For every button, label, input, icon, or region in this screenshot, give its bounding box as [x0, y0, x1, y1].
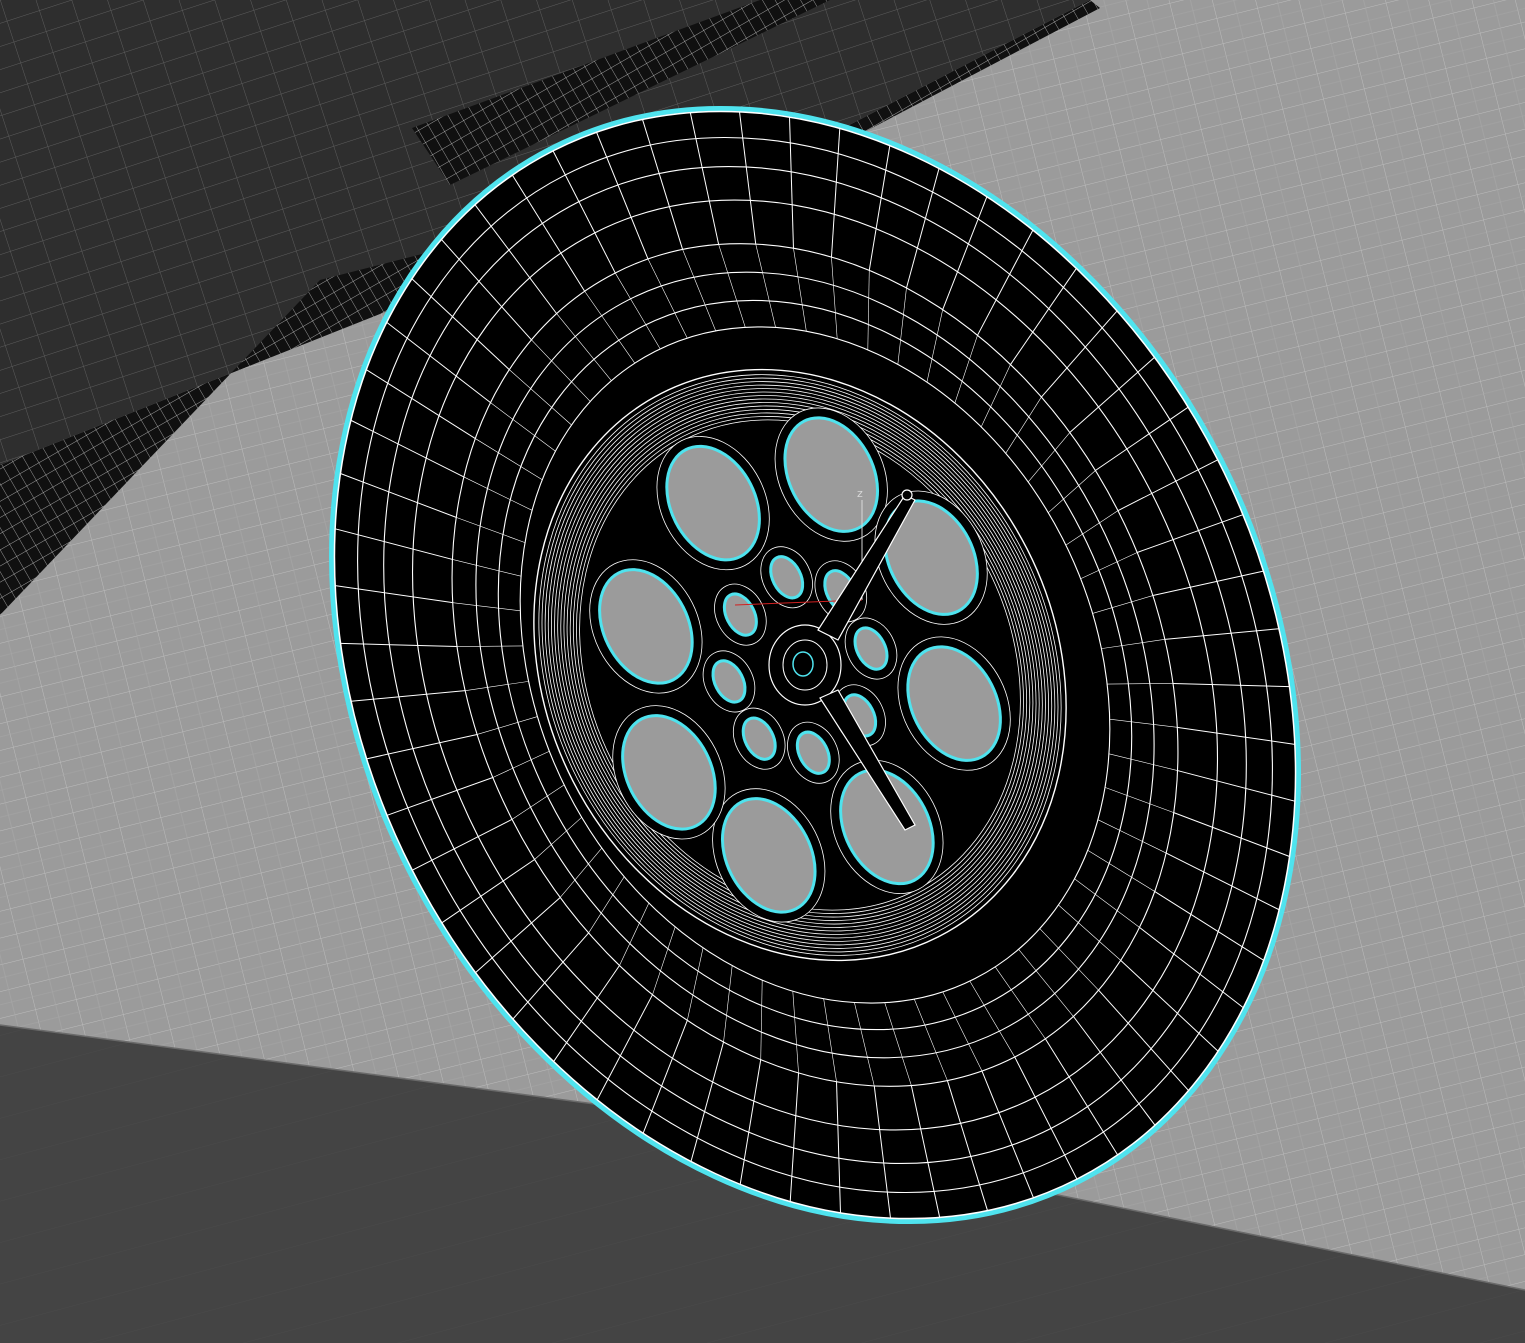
gizmo-axis-label: z	[857, 487, 863, 500]
3d-viewport[interactable]: z	[0, 0, 1525, 1343]
